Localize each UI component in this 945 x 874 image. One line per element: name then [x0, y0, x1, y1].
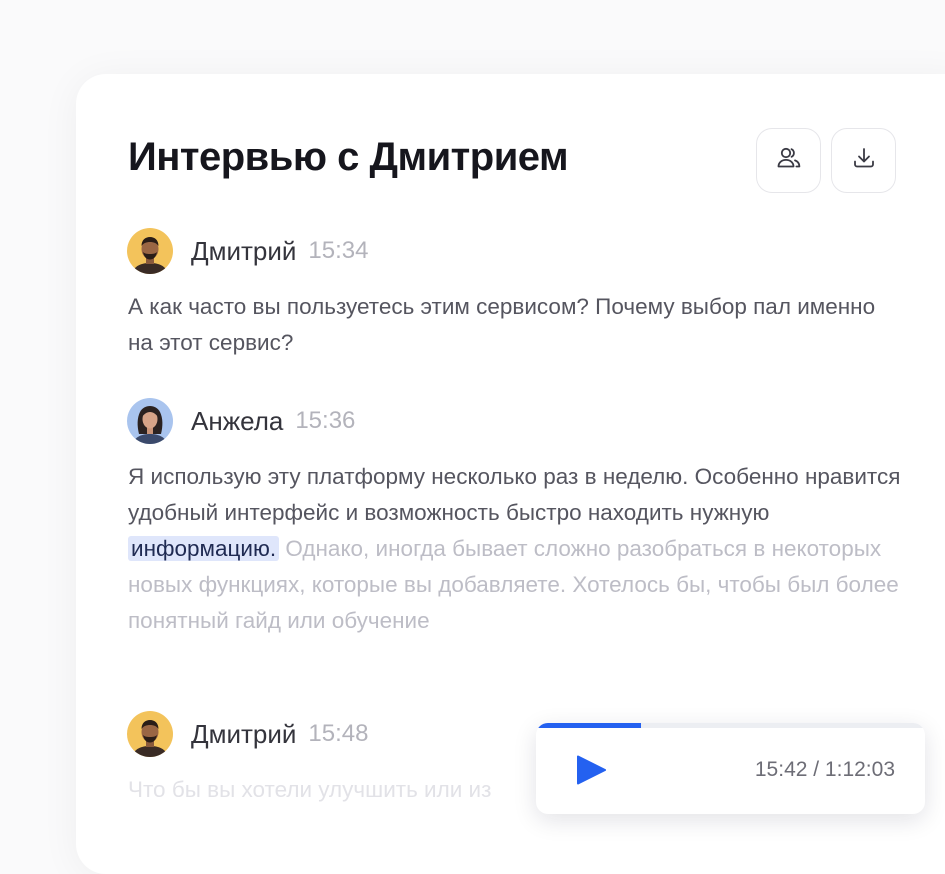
page-title: Интервью с Дмитрием: [128, 135, 569, 179]
speaker-name: Анжела: [191, 406, 284, 436]
download-button[interactable]: [831, 128, 896, 193]
speaker-name: Дмитрий: [191, 719, 297, 749]
message-header: Дмитрий 15:48: [127, 711, 368, 757]
message-timestamp[interactable]: 15:34: [308, 236, 368, 266]
avatar: [127, 228, 173, 274]
played-text: Я использую эту платформу несколько раз …: [128, 464, 901, 525]
avatar: [127, 398, 173, 444]
message-header: Анжела 15:36: [127, 398, 355, 444]
message-text: А как часто вы пользуетесь этим сервисом…: [128, 294, 876, 355]
participants-button[interactable]: [756, 128, 821, 193]
message-text: Я использую эту платформу несколько раз …: [128, 459, 903, 639]
users-icon: [775, 144, 803, 177]
speaker-name: Дмитрий: [191, 236, 297, 266]
playback-time: 15:42 / 1:12:03: [754, 758, 895, 781]
message-timestamp[interactable]: 15:36: [295, 406, 355, 436]
play-icon: [574, 755, 608, 791]
message-header: Дмитрий 15:34: [127, 228, 368, 274]
progress-fill: [536, 723, 642, 728]
current-word-highlight: информацию.: [128, 536, 280, 561]
avatar: [127, 711, 173, 757]
audio-player: 15:42 / 1:12:03: [536, 723, 925, 814]
message-timestamp[interactable]: 15:48: [308, 719, 368, 749]
play-button[interactable]: [574, 753, 608, 787]
progress-bar[interactable]: [536, 723, 925, 728]
download-icon: [850, 144, 878, 177]
